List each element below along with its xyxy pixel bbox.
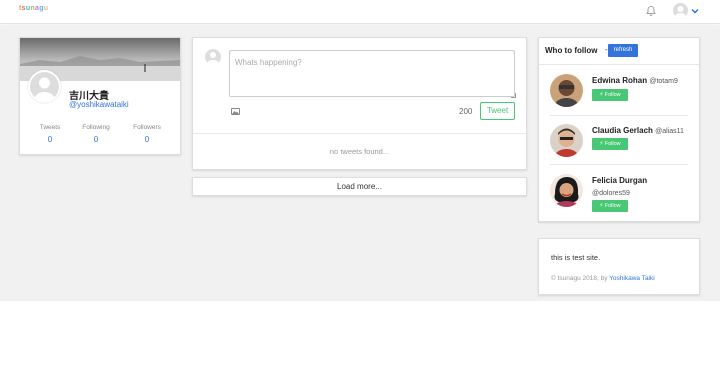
author-link[interactable]: Yoshikawa Taiki	[609, 275, 655, 282]
bell-icon[interactable]	[645, 5, 657, 17]
stat-tweets[interactable]: Tweets 0	[28, 124, 72, 144]
tweet-textarea[interactable]: Whats happening?	[229, 50, 515, 97]
about-text: this is test site.	[551, 253, 601, 262]
user-avatar[interactable]	[550, 124, 583, 157]
composer-avatar	[205, 49, 221, 65]
user-name[interactable]: Claudia Gerlach	[592, 126, 653, 135]
divider	[550, 164, 688, 165]
follow-label: Follow	[604, 92, 621, 98]
user-handle: @totam9	[649, 78, 678, 85]
who-to-follow-title: Who to follow	[545, 46, 598, 55]
divider	[539, 64, 699, 65]
user-name[interactable]: Felicia Durgan	[592, 176, 647, 185]
user-handle: @alias11	[655, 128, 684, 135]
user-avatar[interactable]	[550, 174, 583, 207]
stat-value: 0	[47, 135, 53, 144]
chevron-down-icon[interactable]	[690, 6, 700, 16]
user-avatar[interactable]	[550, 74, 583, 107]
stat-value: 0	[144, 135, 150, 144]
user-avatar[interactable]	[673, 3, 688, 18]
site-logo[interactable]: tsunagu	[19, 5, 48, 12]
user-name[interactable]: Edwina Rohan	[592, 76, 647, 85]
remaining-characters: 200	[459, 107, 473, 116]
divider	[193, 133, 526, 134]
stat-label: Following	[82, 124, 110, 131]
divider	[550, 115, 688, 116]
logo-letter: u	[43, 5, 49, 12]
profile-card: 吉川大貴 @yoshikawataiki Tweets 0 Following …	[19, 37, 181, 155]
load-more-button[interactable]: Load more...	[192, 177, 527, 196]
who-to-follow-card: Who to follow - refresh Edwina Rohan @to…	[538, 37, 700, 222]
follow-button[interactable]: ⚡ Follow	[592, 89, 628, 101]
follow-button[interactable]: ⚡ Follow	[592, 200, 628, 212]
stat-label: Followers	[133, 124, 161, 131]
tweet-composer-card: Whats happening? 200 Tweet no tweets fou…	[192, 37, 527, 170]
about-card: this is test site. © tsunagu 2018, by Yo…	[538, 238, 700, 295]
copyright: © tsunagu 2018, by Yoshikawa Taiki	[551, 275, 655, 282]
tweet-button[interactable]: Tweet	[480, 102, 515, 120]
profile-handle[interactable]: @yoshikawataiki	[69, 100, 129, 109]
top-navbar: tsunagu	[0, 0, 720, 24]
stat-label: Tweets	[39, 124, 61, 131]
follow-label: Follow	[604, 203, 621, 209]
stat-following[interactable]: Following 0	[74, 124, 118, 144]
stat-followers[interactable]: Followers 0	[125, 124, 169, 144]
suggested-user: Felicia Durgan @dolores59 ⚡ Follow	[539, 174, 699, 222]
follow-button[interactable]: ⚡ Follow	[592, 138, 628, 150]
user-handle: @dolores59	[592, 190, 630, 197]
image-upload-icon[interactable]	[231, 108, 240, 115]
empty-feed-message: no tweets found...	[329, 147, 390, 156]
profile-avatar[interactable]	[28, 70, 61, 103]
refresh-button[interactable]: refresh	[608, 44, 638, 57]
resize-handle[interactable]	[511, 93, 516, 98]
copyright-text: © tsunagu 2018, by	[551, 275, 608, 282]
stat-value: 0	[93, 135, 99, 144]
follow-label: Follow	[604, 141, 621, 147]
